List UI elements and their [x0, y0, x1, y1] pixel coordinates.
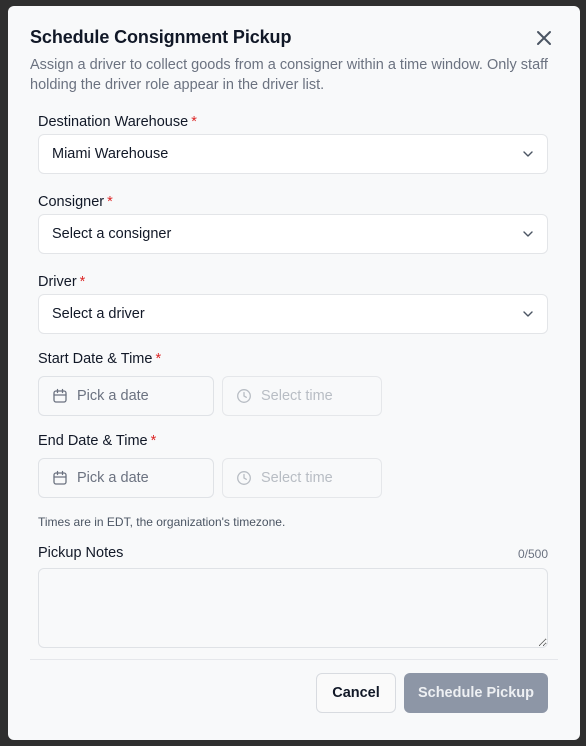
- schedule-pickup-dialog: Schedule Consignment Pickup Assign a dri…: [8, 6, 580, 740]
- start-date-picker[interactable]: Pick a date: [38, 376, 214, 416]
- schedule-pickup-button[interactable]: Schedule Pickup: [404, 673, 548, 713]
- start-label-text: Start Date & Time: [38, 351, 153, 367]
- end-label-text: End Date & Time: [38, 433, 148, 449]
- required-marker: *: [191, 114, 197, 130]
- calendar-icon: [53, 388, 67, 403]
- required-marker: *: [107, 194, 113, 210]
- pickup-notes-textarea[interactable]: [38, 568, 548, 648]
- driver-select[interactable]: Select a driver: [38, 294, 548, 334]
- end-time-select[interactable]: Select time: [222, 458, 382, 498]
- start-time-placeholder: Select time: [261, 388, 333, 404]
- timezone-hint: Times are in EDT, the organization's tim…: [38, 515, 286, 529]
- consigner-value: Select a consigner: [52, 226, 172, 242]
- chevron-down-icon: [523, 151, 533, 157]
- required-marker: *: [79, 274, 86, 290]
- required-marker: *: [150, 433, 157, 449]
- close-icon: [537, 31, 551, 45]
- pickup-notes-label: Pickup Notes: [38, 545, 124, 561]
- destination-label: Destination Warehouse *: [38, 114, 197, 130]
- clock-icon: [237, 389, 251, 403]
- destination-value: Miami Warehouse: [52, 146, 169, 162]
- end-datetime-label: End Date & Time *: [38, 433, 156, 449]
- start-datetime-label: Start Date & Time *: [38, 351, 161, 367]
- driver-value: Select a driver: [52, 306, 145, 322]
- consigner-label-text: Consigner: [38, 194, 105, 210]
- end-date-picker[interactable]: Pick a date: [38, 458, 214, 498]
- consigner-label: Consigner *: [38, 194, 113, 210]
- close-button[interactable]: [532, 26, 556, 50]
- dialog-title: Schedule Consignment Pickup: [30, 27, 292, 47]
- cancel-button[interactable]: Cancel: [316, 673, 396, 713]
- chevron-down-icon: [523, 311, 533, 317]
- driver-label: Driver *: [38, 274, 85, 290]
- driver-label-text: Driver: [38, 274, 77, 290]
- notes-char-counter: 0/500: [517, 547, 548, 561]
- end-date-placeholder: Pick a date: [77, 470, 149, 486]
- start-date-placeholder: Pick a date: [77, 388, 149, 404]
- clock-icon: [237, 471, 251, 485]
- destination-label-text: Destination Warehouse: [38, 114, 189, 130]
- dialog-description: Assign a driver to collect goods from a …: [30, 57, 548, 93]
- consigner-select[interactable]: Select a consigner: [38, 214, 548, 254]
- chevron-down-icon: [523, 231, 533, 237]
- destination-select[interactable]: Miami Warehouse: [38, 134, 548, 174]
- calendar-icon: [53, 470, 67, 485]
- required-marker: *: [155, 351, 162, 367]
- end-time-placeholder: Select time: [261, 470, 333, 486]
- start-time-select[interactable]: Select time: [222, 376, 382, 416]
- footer-divider: [30, 659, 558, 660]
